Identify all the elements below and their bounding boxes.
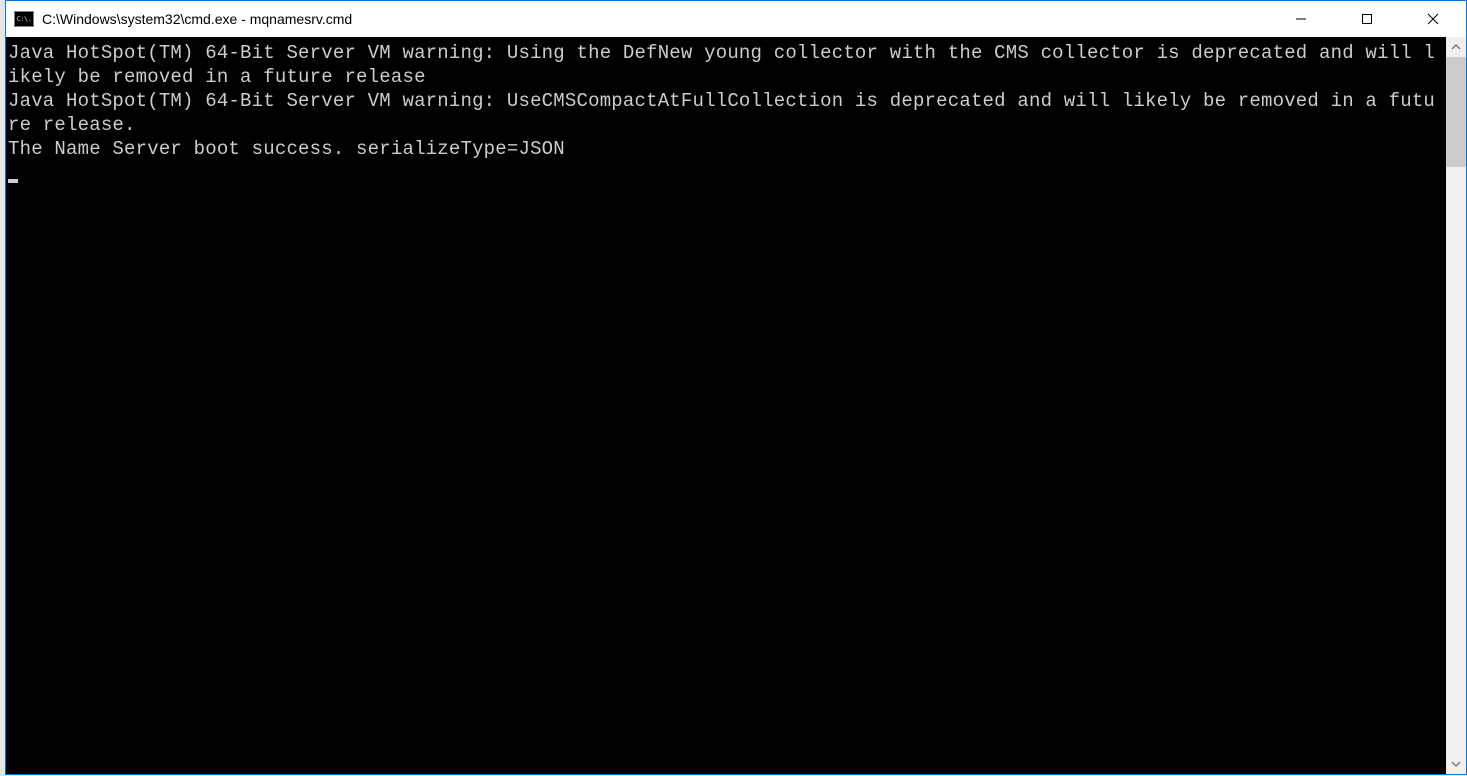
chevron-down-icon xyxy=(1451,759,1461,769)
terminal-output[interactable]: Java HotSpot(TM) 64-Bit Server VM warnin… xyxy=(6,37,1446,774)
window-title: C:\Windows\system32\cmd.exe - mqnamesrv.… xyxy=(42,11,352,27)
close-icon xyxy=(1427,13,1439,25)
cmd-window: C:\. C:\Windows\system32\cmd.exe - mqnam… xyxy=(5,0,1467,775)
output-line: Java HotSpot(TM) 64-Bit Server VM warnin… xyxy=(8,90,1435,136)
titlebar[interactable]: C:\. C:\Windows\system32\cmd.exe - mqnam… xyxy=(6,1,1466,37)
window-controls xyxy=(1268,1,1466,37)
cmd-icon: C:\. xyxy=(14,11,34,27)
cmd-icon-text: C:\. xyxy=(17,15,32,23)
scroll-down-button[interactable] xyxy=(1446,754,1466,774)
scroll-thumb[interactable] xyxy=(1446,57,1466,167)
minimize-button[interactable] xyxy=(1268,1,1334,37)
output-line: The Name Server boot success. serializeT… xyxy=(8,138,565,160)
chevron-up-icon xyxy=(1451,42,1461,52)
minimize-icon xyxy=(1295,13,1307,25)
close-button[interactable] xyxy=(1400,1,1466,37)
output-line: Java HotSpot(TM) 64-Bit Server VM warnin… xyxy=(8,42,1435,88)
terminal-cursor xyxy=(8,179,18,183)
scroll-track[interactable] xyxy=(1446,57,1466,754)
scroll-up-button[interactable] xyxy=(1446,37,1466,57)
maximize-icon xyxy=(1361,13,1373,25)
terminal-body: Java HotSpot(TM) 64-Bit Server VM warnin… xyxy=(6,37,1466,774)
vertical-scrollbar[interactable] xyxy=(1446,37,1466,774)
maximize-button[interactable] xyxy=(1334,1,1400,37)
